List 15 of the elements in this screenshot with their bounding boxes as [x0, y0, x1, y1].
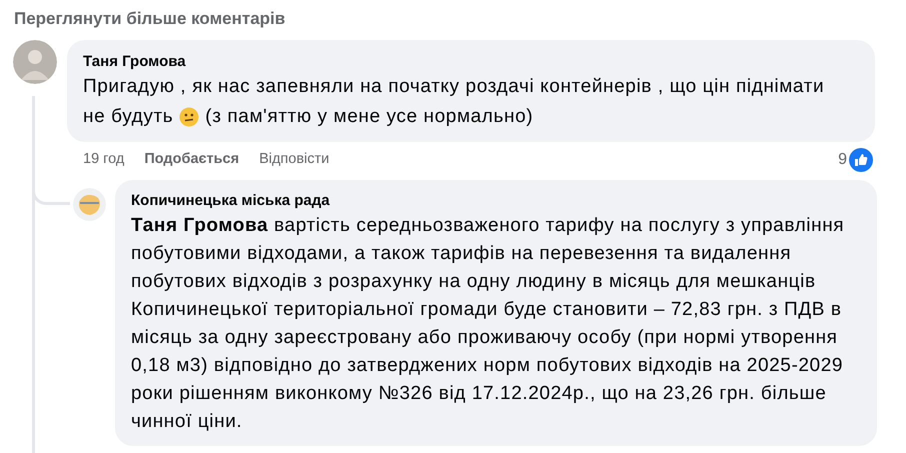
comment-text: (з пам'яттю у мене усе нормально): [205, 105, 534, 129]
comment-text: не будуть: [83, 105, 174, 129]
reply-link[interactable]: Відповісти: [259, 149, 330, 171]
timestamp[interactable]: 19 год: [83, 149, 124, 171]
view-more-link[interactable]: Переглянути більше коментарів: [14, 9, 286, 28]
comment-text: Пригадую , як нас запевняли на початку роздачі контейнерів , що цін піднімати: [83, 75, 824, 99]
like-link[interactable]: Подобається: [144, 149, 240, 171]
author-name[interactable]: Копичинецька міська рада: [131, 190, 861, 212]
page-logo[interactable]: [73, 188, 106, 221]
avatar[interactable]: [13, 40, 57, 84]
reaction-count[interactable]: 9: [838, 148, 847, 172]
emoji-icon: [179, 107, 200, 127]
reply-text: Таня Громова вартість середньозваженого тарифу на послугу з управління побутовими відходами, а також тарифів на перевезення та видалення побутових відходів з розрахунку на одну людину в місяць для мешканців Копичинецької територіальної громади буде становити – 72,83 грн. з ПДВ в місяць за одну зареєстровану або проживаючу особу (при нормі утворення 0,18 м3) відповідно до затверджених норм побутових відходів на 2025-2029 роки рішенням виконкому №326 від 17.12.2024р., що на 23,26 грн. більше чинної ціни.: [131, 214, 846, 434]
thumbs-up-icon[interactable]: [849, 148, 873, 172]
author-name[interactable]: Таня Громова: [83, 52, 859, 72]
